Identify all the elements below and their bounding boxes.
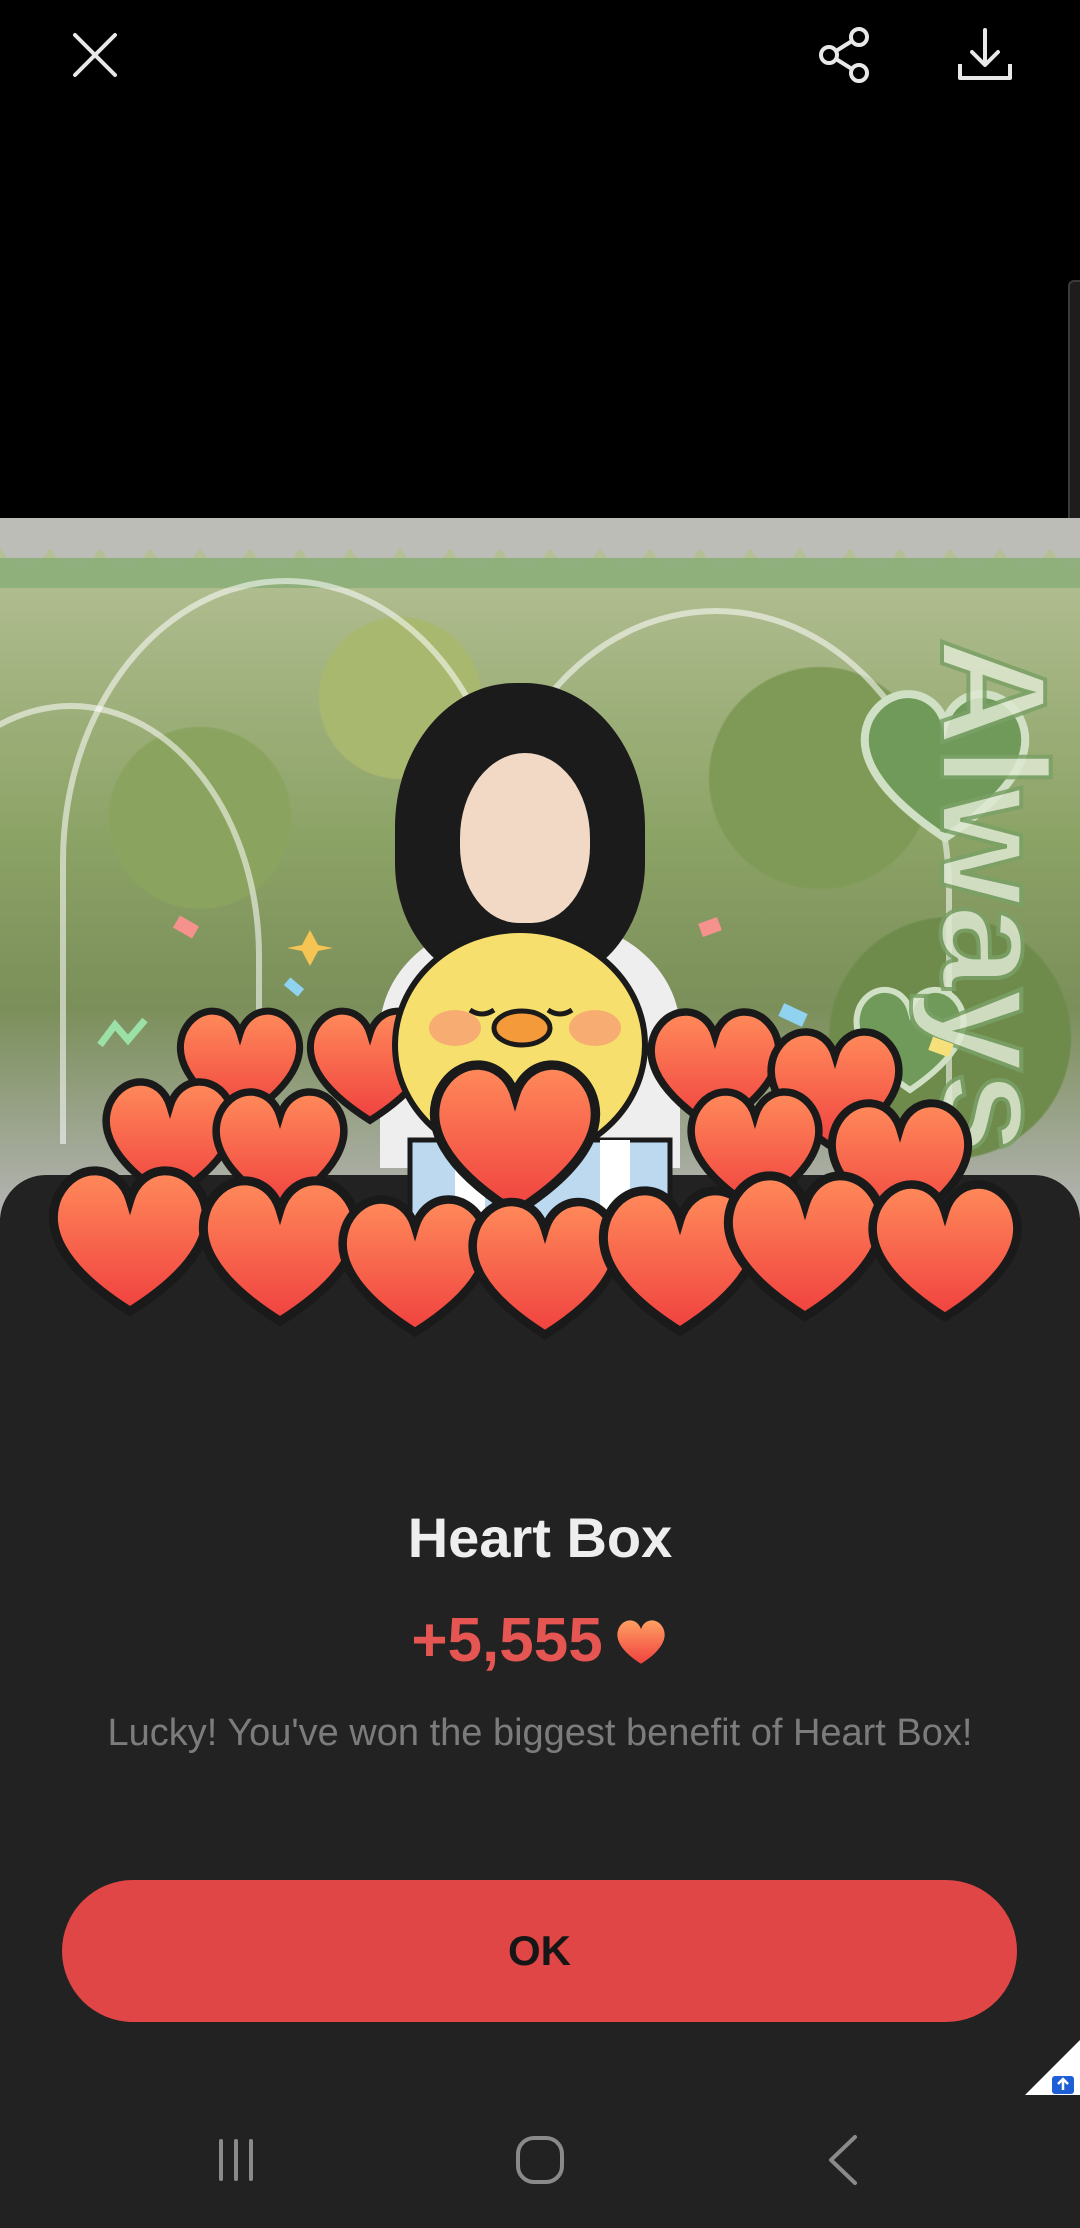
heart-amount: +5,555 — [411, 1606, 603, 1675]
system-nav-bar — [0, 2095, 1080, 2228]
back-button[interactable] — [803, 2125, 883, 2195]
ok-button[interactable]: OK — [62, 1880, 1017, 2022]
top-bar — [0, 0, 1080, 110]
recents-icon — [219, 2139, 253, 2181]
back-icon — [829, 2135, 857, 2185]
close-button[interactable] — [60, 20, 130, 90]
share-icon — [819, 27, 869, 83]
close-icon — [73, 33, 117, 77]
dialog-message: Lucky! You've won the biggest benefit of… — [107, 1712, 973, 1754]
home-icon — [516, 2136, 564, 2184]
home-button[interactable] — [500, 2125, 580, 2195]
download-icon — [958, 28, 1012, 80]
amount-row: +5,555 — [0, 1605, 1080, 1676]
corner-badge-icon[interactable] — [1020, 2040, 1080, 2100]
scallop-border — [0, 518, 1080, 588]
download-button[interactable] — [950, 20, 1020, 90]
person-face — [460, 753, 590, 923]
dialog-title: Heart Box — [407, 1506, 673, 1569]
recents-button[interactable] — [196, 2125, 276, 2195]
heart-box-illustration — [0, 915, 1080, 1360]
heart-icon — [617, 1619, 665, 1664]
share-button[interactable] — [810, 20, 880, 90]
